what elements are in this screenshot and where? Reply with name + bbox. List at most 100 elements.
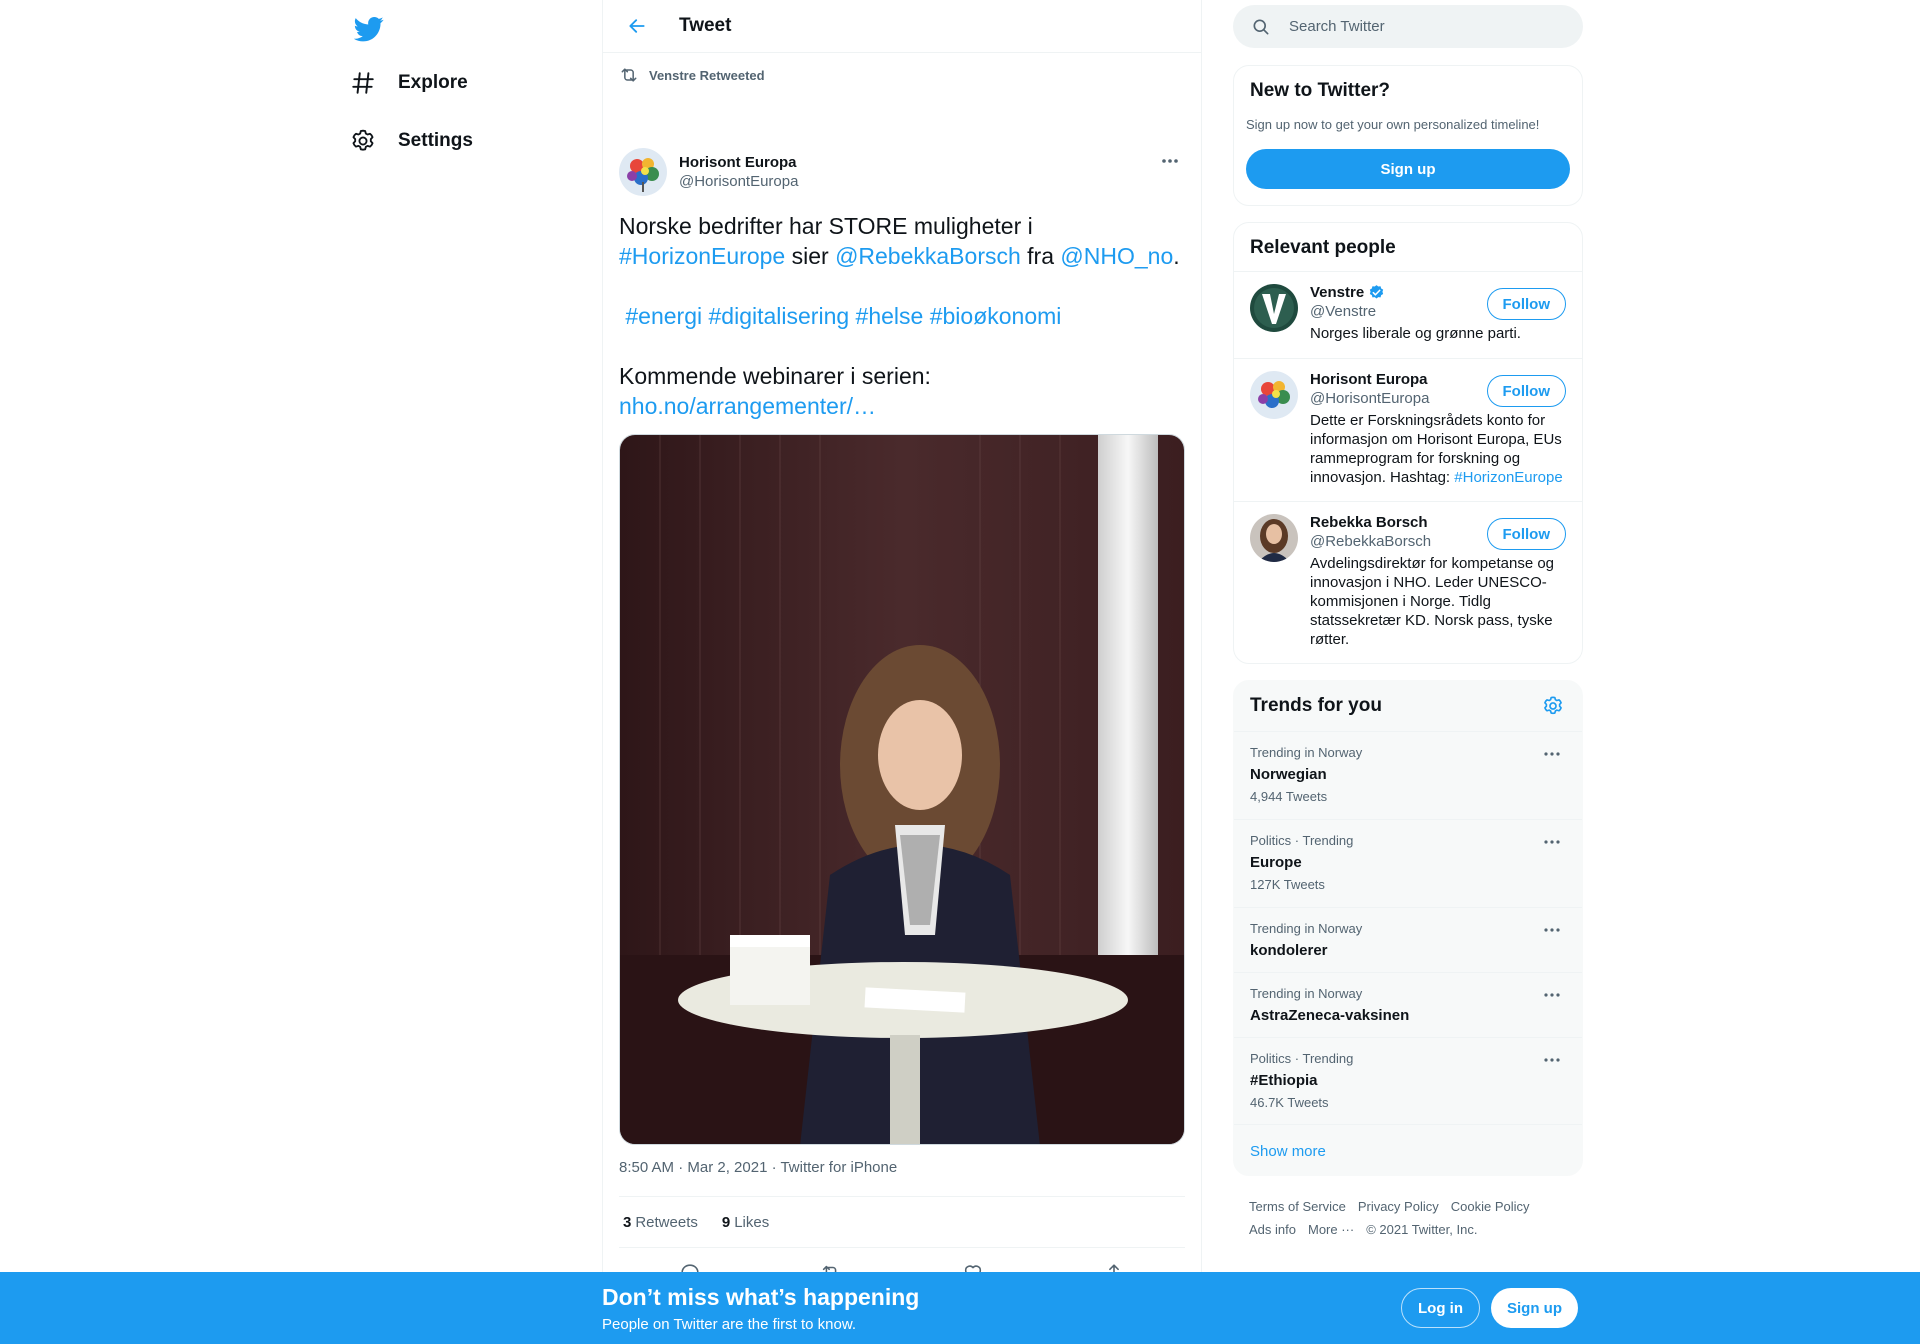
relevant-people-title: Relevant people	[1250, 237, 1396, 258]
more-icon	[1544, 840, 1560, 844]
footer-link-more[interactable]: More ···	[1308, 1222, 1354, 1237]
back-button[interactable]	[619, 8, 655, 44]
follow-button[interactable]: Follow	[1486, 375, 1566, 407]
tweet-author[interactable]: Horisont Europa @HorisontEuropa	[619, 148, 798, 196]
tweet-text-segment: Kommende webinarer i serien:	[619, 363, 931, 389]
tweet-more-button[interactable]	[1155, 149, 1185, 173]
page-title: Tweet	[679, 15, 732, 36]
hashtag-icon	[350, 70, 376, 96]
more-icon	[1544, 928, 1560, 932]
log-in-button[interactable]: Log in	[1401, 1288, 1480, 1328]
author-avatar[interactable]	[619, 148, 667, 196]
show-more-link[interactable]: Show more	[1250, 1143, 1326, 1160]
tweet-link[interactable]: #energi	[625, 303, 702, 329]
trend-more-button[interactable]	[1540, 918, 1564, 942]
nav-explore[interactable]: Explore	[338, 58, 468, 108]
avatar[interactable]	[1250, 514, 1298, 562]
more-icon	[1161, 158, 1179, 164]
tweet-link[interactable]: @NHO_no	[1060, 243, 1173, 269]
trend-name: #Ethiopia	[1250, 1072, 1318, 1089]
footer-link-cookie[interactable]: Cookie Policy	[1451, 1199, 1530, 1214]
more-icon	[1544, 752, 1560, 756]
arrow-left-icon	[627, 16, 647, 36]
new-to-twitter-title: New to Twitter?	[1250, 80, 1391, 101]
verified-badge-icon	[1368, 284, 1385, 301]
tweet-link[interactable]: #bioøkonomi	[930, 303, 1062, 329]
avatar[interactable]	[1250, 284, 1298, 332]
person-name-text: Venstre	[1310, 284, 1365, 301]
retweets-stat[interactable]: 3 Retweets	[623, 1214, 698, 1231]
trend-name: kondolerer	[1250, 942, 1328, 959]
trend-context: Trending in Norway	[1250, 745, 1363, 760]
search-input[interactable]	[1289, 18, 1559, 35]
nav-explore-label: Explore	[398, 72, 468, 93]
trend-count: 46.7K Tweets	[1250, 1095, 1329, 1110]
likes-stat[interactable]: 9 Likes	[722, 1214, 769, 1231]
signup-banner: Don’t miss what’s happening People on Tw…	[0, 1272, 1920, 1344]
trend-more-button[interactable]	[1540, 1048, 1564, 1072]
trend-more-button[interactable]	[1540, 830, 1564, 854]
social-context[interactable]: Venstre Retweeted	[619, 65, 765, 85]
trend-item[interactable]: Politics · Trending #Ethiopia 46.7K Twee…	[1234, 1037, 1582, 1125]
social-context-label: Venstre Retweeted	[649, 67, 765, 83]
trends-settings-button[interactable]	[1542, 695, 1566, 719]
tweet-text-segment: sier	[785, 243, 836, 269]
tweet-link[interactable]: #helse	[856, 303, 924, 329]
person-rebekka-borsch[interactable]: Rebekka Borsch @RebekkaBorsch Avdelingsd…	[1234, 501, 1582, 663]
relevant-people-card: Relevant people Venstre @Venstre Norges …	[1233, 222, 1583, 664]
trend-item[interactable]: Trending in Norway kondolerer	[1234, 907, 1582, 972]
person-horisont-europa[interactable]: Horisont Europa @HorisontEuropa Dette er…	[1234, 358, 1582, 501]
footer-link-terms[interactable]: Terms of Service	[1249, 1199, 1346, 1214]
follow-button[interactable]: Follow	[1486, 518, 1566, 550]
trend-name: AstraZeneca-vaksinen	[1250, 1007, 1410, 1024]
tweet-link[interactable]: #digitalisering	[709, 303, 850, 329]
search-bar[interactable]	[1233, 5, 1583, 48]
person-venstre[interactable]: Venstre @Venstre Norges liberale og grøn…	[1234, 271, 1582, 358]
tweet-link[interactable]: #HorizonEurope	[619, 243, 785, 269]
trend-count: 4,944 Tweets	[1250, 789, 1328, 804]
footer-copyright: © 2021 Twitter, Inc.	[1366, 1222, 1478, 1237]
trend-name: Europe	[1250, 854, 1302, 871]
footer-link-ads[interactable]: Ads info	[1249, 1222, 1296, 1237]
nav-settings[interactable]: Settings	[338, 116, 473, 166]
trend-item[interactable]: Trending in Norway Norwegian 4,944 Tweet…	[1234, 731, 1582, 819]
likes-count: 9	[721, 1213, 731, 1231]
bio-hashtag-link[interactable]: #HorizonEurope	[1454, 469, 1562, 486]
person-bio-text: Avdelingsdirektør for kompetanse og inno…	[1310, 555, 1555, 648]
search-icon	[1251, 17, 1271, 37]
gear-icon	[1542, 695, 1566, 717]
tweet-timestamp[interactable]: 8:50 AM · Mar 2, 2021 · Twitter for iPho…	[619, 1159, 897, 1176]
person-bio: Dette er Forskningsrådets konto for info…	[1310, 411, 1572, 487]
trend-item[interactable]: Politics · Trending Europe 127K Tweets	[1234, 819, 1582, 907]
author-name[interactable]: Horisont Europa	[679, 154, 798, 171]
trend-context: Politics · Trending	[1250, 1051, 1354, 1066]
tweet-link[interactable]: @RebekkaBorsch	[835, 243, 1021, 269]
more-icon	[1544, 993, 1560, 997]
author-names: Horisont Europa @HorisontEuropa	[679, 154, 798, 190]
twitter-bird-icon[interactable]	[348, 8, 390, 50]
new-to-twitter-card: New to Twitter? Sign up now to get your …	[1233, 65, 1583, 206]
trend-more-button[interactable]	[1540, 742, 1564, 766]
person-bio-text: Norges liberale og grønne parti.	[1310, 325, 1521, 342]
tweet-link[interactable]: nho.no/arrangementer/…	[619, 393, 876, 419]
trends-card: Trends for you Trending in Norway Norweg…	[1233, 680, 1583, 1176]
avatar[interactable]	[1250, 371, 1298, 419]
main-column: Tweet Venstre Retweeted Horisont Europa …	[602, 0, 1202, 1297]
follow-button[interactable]: Follow	[1486, 288, 1566, 320]
person-bio: Avdelingsdirektør for kompetanse og inno…	[1310, 554, 1572, 649]
trend-context: Trending in Norway	[1250, 986, 1363, 1001]
tweet-text: Norske bedrifter har STORE muligheter i …	[619, 211, 1185, 421]
trend-item[interactable]: Trending in Norway AstraZeneca-vaksinen	[1234, 972, 1582, 1037]
nav-settings-label: Settings	[398, 130, 473, 151]
trend-count: 127K Tweets	[1250, 877, 1325, 892]
likes-label: Likes	[734, 1213, 770, 1231]
gear-icon	[350, 128, 376, 154]
banner-sign-up-button[interactable]: Sign up	[1491, 1288, 1578, 1328]
tweet-photo[interactable]	[619, 434, 1185, 1145]
trend-more-button[interactable]	[1540, 983, 1564, 1007]
sign-up-button[interactable]: Sign up	[1246, 149, 1570, 189]
author-handle[interactable]: @HorisontEuropa	[679, 173, 798, 190]
retweet-icon	[619, 65, 639, 85]
footer-links: Terms of Service Privacy Policy Cookie Pol…	[1249, 1195, 1569, 1241]
footer-link-privacy[interactable]: Privacy Policy	[1358, 1199, 1439, 1214]
